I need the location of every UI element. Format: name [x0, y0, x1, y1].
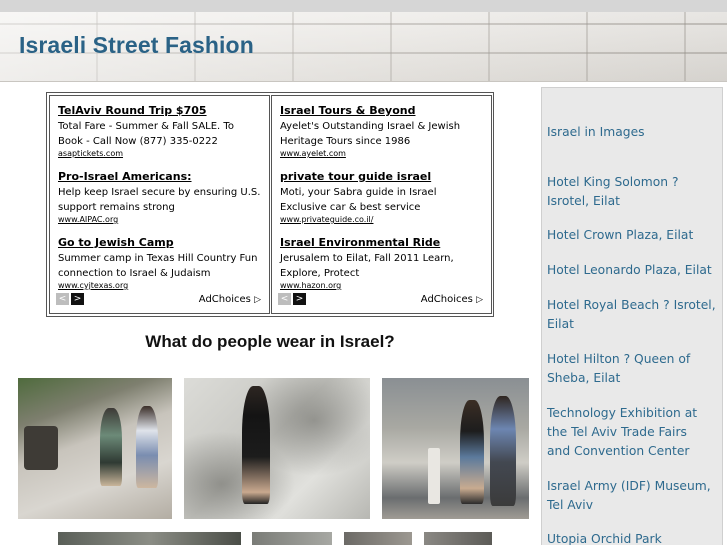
sidebar-link[interactable]: Hotel Royal Beach ? Isrotel, Eilat [547, 296, 719, 334]
person-figure [490, 396, 516, 506]
ad-item: Israel Tours & Beyond Ayelet's Outstandi… [280, 104, 483, 170]
sidebar-link[interactable]: Hotel King Solomon ? Isrotel, Eilat [547, 173, 719, 211]
ad-title-link[interactable]: Israel Tours & Beyond [280, 104, 483, 118]
site-title[interactable]: Israeli Street Fashion [19, 32, 254, 59]
adchoices-link[interactable]: AdChoices ▷ [421, 293, 483, 307]
street-fashion-photo[interactable] [58, 532, 241, 545]
adchoices-link[interactable]: AdChoices ▷ [199, 293, 261, 307]
adchoices-icon: ▷ [254, 295, 261, 305]
bollard [428, 448, 440, 504]
street-fashion-photo[interactable] [382, 378, 529, 519]
ad-item: TelAviv Round Trip $705 Total Fare - Sum… [58, 104, 261, 170]
sidebar-link[interactable]: Hotel Hilton ? Queen of Sheba, Eilat [547, 350, 719, 388]
ad-url-link[interactable]: asaptickets.com [58, 149, 261, 159]
top-bar [0, 0, 727, 12]
sidebar-link[interactable]: Technology Exhibition at the Tel Aviv Tr… [547, 404, 707, 461]
street-fashion-photo[interactable] [18, 378, 172, 519]
ad-url-link[interactable]: www.cyjtexas.org [58, 281, 261, 291]
ad-url-link[interactable]: www.AIPAC.org [58, 215, 261, 225]
ad-prev-button[interactable]: < [278, 293, 291, 305]
ad-description: Moti, your Sabra guide in Israel Exclusi… [280, 187, 437, 213]
sidebar-link[interactable]: Utopia Orchid Park [547, 530, 719, 545]
ad-item: Pro-Israel Americans: Help keep Israel s… [58, 170, 261, 236]
site-header: Israeli Street Fashion [0, 12, 727, 82]
ad-description: Ayelet's Outstanding Israel & Jewish Her… [280, 121, 461, 147]
street-fashion-photo[interactable] [344, 532, 412, 545]
sidebar-link[interactable]: Hotel Leonardo Plaza, Eilat [547, 261, 719, 280]
ad-title-link[interactable]: Go to Jewish Camp [58, 236, 261, 250]
cafe-table [24, 426, 58, 470]
sidebar: Israel in Images Hotel King Solomon ? Is… [541, 87, 723, 545]
ad-title-link[interactable]: Israel Environmental Ride [280, 236, 483, 250]
ad-description: Total Fare - Summer & Fall SALE. To Book… [58, 121, 234, 147]
ad-item: private tour guide israel Moti, your Sab… [280, 170, 483, 236]
sidebar-link[interactable]: Hotel Crown Plaza, Eilat [547, 226, 719, 245]
ad-column-right: Israel Tours & Beyond Ayelet's Outstandi… [271, 95, 492, 314]
ad-column-left: TelAviv Round Trip $705 Total Fare - Sum… [49, 95, 270, 314]
ad-url-link[interactable]: www.hazon.org [280, 281, 483, 291]
ad-footer: < > AdChoices ▷ [56, 293, 261, 307]
ad-url-link[interactable]: www.ayelet.com [280, 149, 483, 159]
sidebar-link[interactable]: Israel in Images [547, 123, 719, 142]
ad-description: Summer camp in Texas Hill Country Fun co… [58, 253, 258, 279]
ad-unit: TelAviv Round Trip $705 Total Fare - Sum… [46, 92, 494, 317]
street-fashion-photo[interactable] [252, 532, 332, 545]
section-heading: What do people wear in Israel? [145, 332, 395, 351]
person-figure [100, 408, 122, 486]
ad-title-link[interactable]: Pro-Israel Americans: [58, 170, 261, 184]
ad-description: Help keep Israel secure by ensuring U.S.… [58, 187, 261, 213]
ad-next-button[interactable]: > [71, 293, 84, 305]
person-figure [460, 400, 484, 504]
ad-url-link[interactable]: www.privateguide.co.il/ [280, 215, 483, 225]
person-figure [136, 406, 158, 488]
street-fashion-photo[interactable] [424, 532, 492, 545]
person-figure [242, 386, 270, 504]
ad-next-button[interactable]: > [293, 293, 306, 305]
adchoices-icon: ▷ [476, 295, 483, 305]
adchoices-label: AdChoices [420, 294, 473, 305]
ad-title-link[interactable]: private tour guide israel [280, 170, 483, 184]
adchoices-label: AdChoices [198, 294, 251, 305]
ad-footer: < > AdChoices ▷ [278, 293, 483, 307]
street-fashion-photo[interactable] [184, 378, 370, 519]
ad-title-link[interactable]: TelAviv Round Trip $705 [58, 104, 261, 118]
sidebar-link[interactable]: Israel Army (IDF) Museum, Tel Aviv [547, 477, 715, 515]
ad-description: Jerusalem to Eilat, Fall 2011 Learn, Exp… [280, 253, 454, 279]
ad-prev-button[interactable]: < [56, 293, 69, 305]
